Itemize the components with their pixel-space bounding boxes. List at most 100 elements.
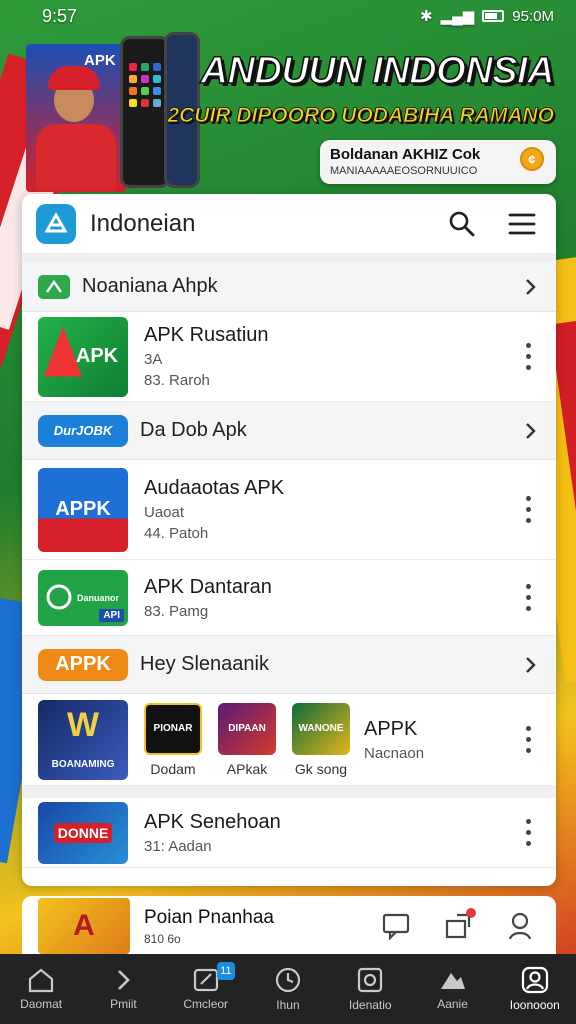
- nav-badge: 11: [216, 962, 235, 980]
- app-name: APK Rusatiun: [144, 324, 269, 346]
- user-icon: [521, 966, 548, 994]
- phone-illustration: [120, 36, 170, 188]
- search-icon: [449, 211, 475, 236]
- mini-player-thumbnail: A: [38, 898, 130, 954]
- app-icon: Danuanor API: [38, 569, 128, 626]
- nav-label: Ioonooon: [509, 998, 560, 1012]
- divider: [22, 786, 556, 798]
- mountain-icon: [440, 973, 465, 989]
- app-logo-icon[interactable]: [36, 203, 76, 244]
- menu-button[interactable]: [502, 204, 542, 244]
- games-title: APPK: [364, 717, 418, 740]
- battery-icon: [482, 10, 505, 22]
- nav-item-gallery[interactable]: Idenatio: [329, 954, 411, 1024]
- bottom-navigation: Daomat Pmiit 11 Cmcleor Ihun Idenatio Aa…: [0, 954, 576, 1024]
- message-icon[interactable]: [376, 906, 416, 946]
- hamburger-menu-icon: [508, 213, 536, 234]
- mini-game-label: Gk song: [294, 760, 348, 777]
- home-icon: [29, 968, 54, 993]
- app-meta: 3A: [144, 351, 163, 368]
- nav-item-explore[interactable]: Aanie: [411, 954, 493, 1024]
- android-badge-icon: [38, 274, 70, 299]
- mini-game-image-text: PIONAR: [153, 723, 193, 734]
- mini-game[interactable]: DIPAAN APkak: [218, 702, 276, 777]
- nav-item-next[interactable]: Pmiit: [82, 954, 164, 1024]
- section-row[interactable]: DurJOBK Da Dob Apk: [22, 402, 556, 460]
- app-icon-tag: API: [99, 608, 124, 622]
- app-text: Audaaotas APK Uaoat 44. Patoh: [144, 477, 516, 542]
- notification-dot: [466, 908, 476, 918]
- section-label: Hey Slenaanik: [140, 653, 269, 675]
- section-label: Da Dob Apk: [140, 419, 247, 441]
- more-options-icon[interactable]: [516, 726, 540, 753]
- mini-game[interactable]: WANONE Gk song: [292, 702, 350, 777]
- section-label: Noaniana Ahpk: [82, 275, 218, 297]
- more-options-icon[interactable]: [516, 584, 540, 611]
- chevron-right-icon: [118, 970, 131, 990]
- mini-game-image: PIONAR: [144, 702, 202, 755]
- app-list-item[interactable]: APK APK Rusatiun 3A 83. Raroh: [22, 312, 556, 402]
- game-thumb-text: BOANAMING: [51, 758, 115, 770]
- game-thumbnail[interactable]: W BOANAMING: [38, 699, 128, 780]
- app-meta: 31: Aadan: [144, 837, 212, 855]
- mini-player-meta: 810 6o: [144, 931, 181, 946]
- more-options-icon[interactable]: [516, 819, 540, 846]
- games-meta: Nacnaon: [364, 744, 425, 762]
- app-list-item[interactable]: DONNE APK Senehoan 31: Aadan: [22, 798, 556, 868]
- mini-player-bar[interactable]: A Poian Pnanhaa 810 6o: [22, 896, 556, 956]
- banner-apk-tag: APK: [84, 52, 116, 69]
- games-row[interactable]: W BOANAMING PIONAR Dodam DIPAAN APkak WA…: [22, 694, 556, 786]
- banner-card-subtitle: MANIAAAAAEOSORNUUICO: [330, 165, 478, 177]
- status-bar: 9:57 ✱ ▂▄▆ 95:0M: [0, 0, 576, 32]
- mini-player-text: Poian Pnanhaa 810 6o: [144, 907, 354, 946]
- app-meta: Uaoat: [144, 504, 185, 521]
- banner-cta-card[interactable]: Boldanan AKHIZ Cok MANIAAAAAEOSORNUUICO …: [320, 140, 556, 184]
- section-pill: DurJOBK: [38, 414, 128, 447]
- w-logo-icon: W: [66, 705, 100, 744]
- nav-label: Pmiit: [110, 997, 137, 1011]
- nav-label: Aanie: [437, 997, 468, 1011]
- status-time: 9:57: [42, 5, 78, 26]
- app-text: APK Senehoan 31: Aadan: [144, 811, 516, 855]
- more-options-icon[interactable]: [516, 496, 540, 523]
- app-icon: DONNE: [38, 801, 128, 864]
- chevron-right-icon: [526, 656, 536, 673]
- nav-item-home[interactable]: Daomat: [0, 954, 82, 1024]
- games-text: APPK Nacnaon: [364, 718, 516, 762]
- banner-card-title: Boldanan AKHIZ Cok: [330, 146, 481, 163]
- mini-player-title: Poian Pnanhaa: [144, 906, 274, 928]
- app-icon-text: APPK: [55, 498, 111, 520]
- section-row[interactable]: Noaniana Ahpk: [22, 254, 556, 312]
- edit-icon: [193, 968, 218, 992]
- nav-item-compose[interactable]: 11 Cmcleor: [165, 954, 247, 1024]
- signal-icon: ▂▄▆: [440, 8, 475, 25]
- status-right-text: 95:0M: [512, 7, 554, 25]
- mini-game-image-text: WANONE: [298, 723, 344, 734]
- mini-game-image: DIPAAN: [218, 702, 276, 755]
- share-icon[interactable]: [438, 906, 478, 946]
- more-options-icon[interactable]: [516, 343, 540, 370]
- section-row[interactable]: APPK Hey Slenaanik: [22, 636, 556, 694]
- app-icon: APK: [38, 316, 128, 397]
- nav-item-account[interactable]: Ioonooon: [494, 954, 576, 1024]
- app-list-item[interactable]: Danuanor API APK Dantaran 83. Pamg: [22, 560, 556, 636]
- mini-game-label: Dodam: [150, 760, 196, 777]
- bluetooth-icon: ✱: [420, 8, 433, 25]
- nav-item-history[interactable]: Ihun: [247, 954, 329, 1024]
- mini-game-image-text: DIPAAN: [228, 723, 266, 734]
- nav-label: Idenatio: [348, 998, 392, 1012]
- app-header: Indoneian: [22, 194, 556, 254]
- profile-icon[interactable]: [500, 906, 540, 946]
- section-pill-text: APPK: [55, 653, 111, 675]
- page-title: Indoneian: [90, 209, 196, 237]
- app-list-item[interactable]: APPK Audaaotas APK Uaoat 44. Patoh: [22, 460, 556, 560]
- banner-person-illustration: [30, 60, 120, 192]
- app-name: Audaaotas APK: [144, 477, 285, 499]
- nav-label: Ihun: [276, 998, 300, 1012]
- search-button[interactable]: [442, 204, 482, 244]
- coin-icon: ¢: [520, 147, 544, 171]
- mini-game[interactable]: PIONAR Dodam: [144, 702, 202, 777]
- app-meta-secondary: 83. Raroh: [144, 372, 210, 389]
- mini-games: PIONAR Dodam DIPAAN APkak WANONE Gk song: [144, 702, 350, 777]
- app-meta-secondary: 44. Patoh: [144, 525, 209, 542]
